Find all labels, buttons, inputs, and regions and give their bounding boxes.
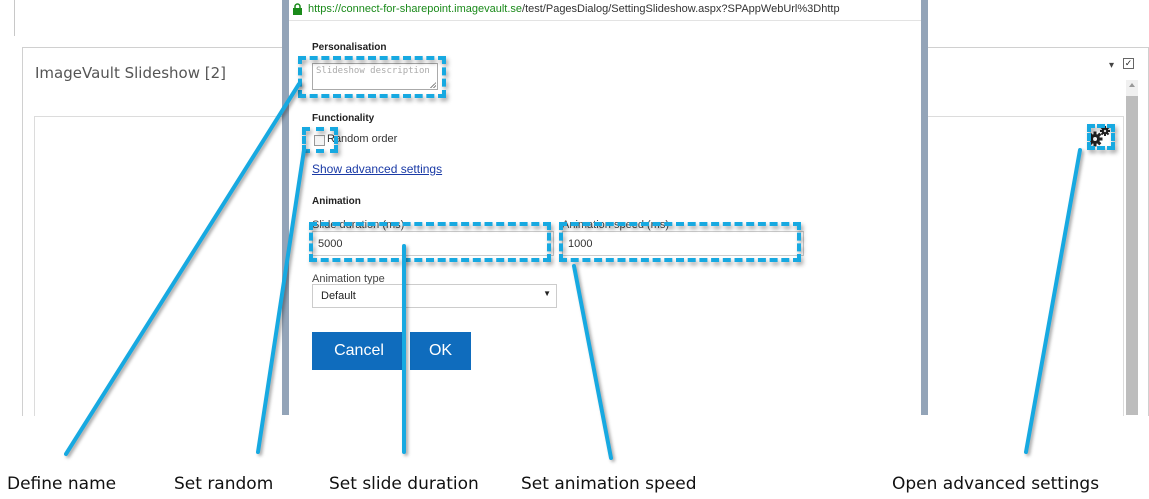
callout-define-name: Define name: [7, 474, 117, 494]
callout-line-advanced: [1024, 148, 1082, 454]
callout-set-slide-duration: Set slide duration: [329, 474, 479, 494]
callout-line-define-name: [64, 82, 301, 456]
callout-line-animation-speed: [572, 264, 613, 460]
callout-set-random: Set random: [174, 474, 274, 494]
callout-lines: [64, 82, 1082, 460]
callout-line-set-random: [256, 148, 306, 454]
callout-open-advanced: Open advanced settings: [892, 474, 1100, 494]
callout-set-animation-speed: Set animation speed: [521, 474, 697, 494]
